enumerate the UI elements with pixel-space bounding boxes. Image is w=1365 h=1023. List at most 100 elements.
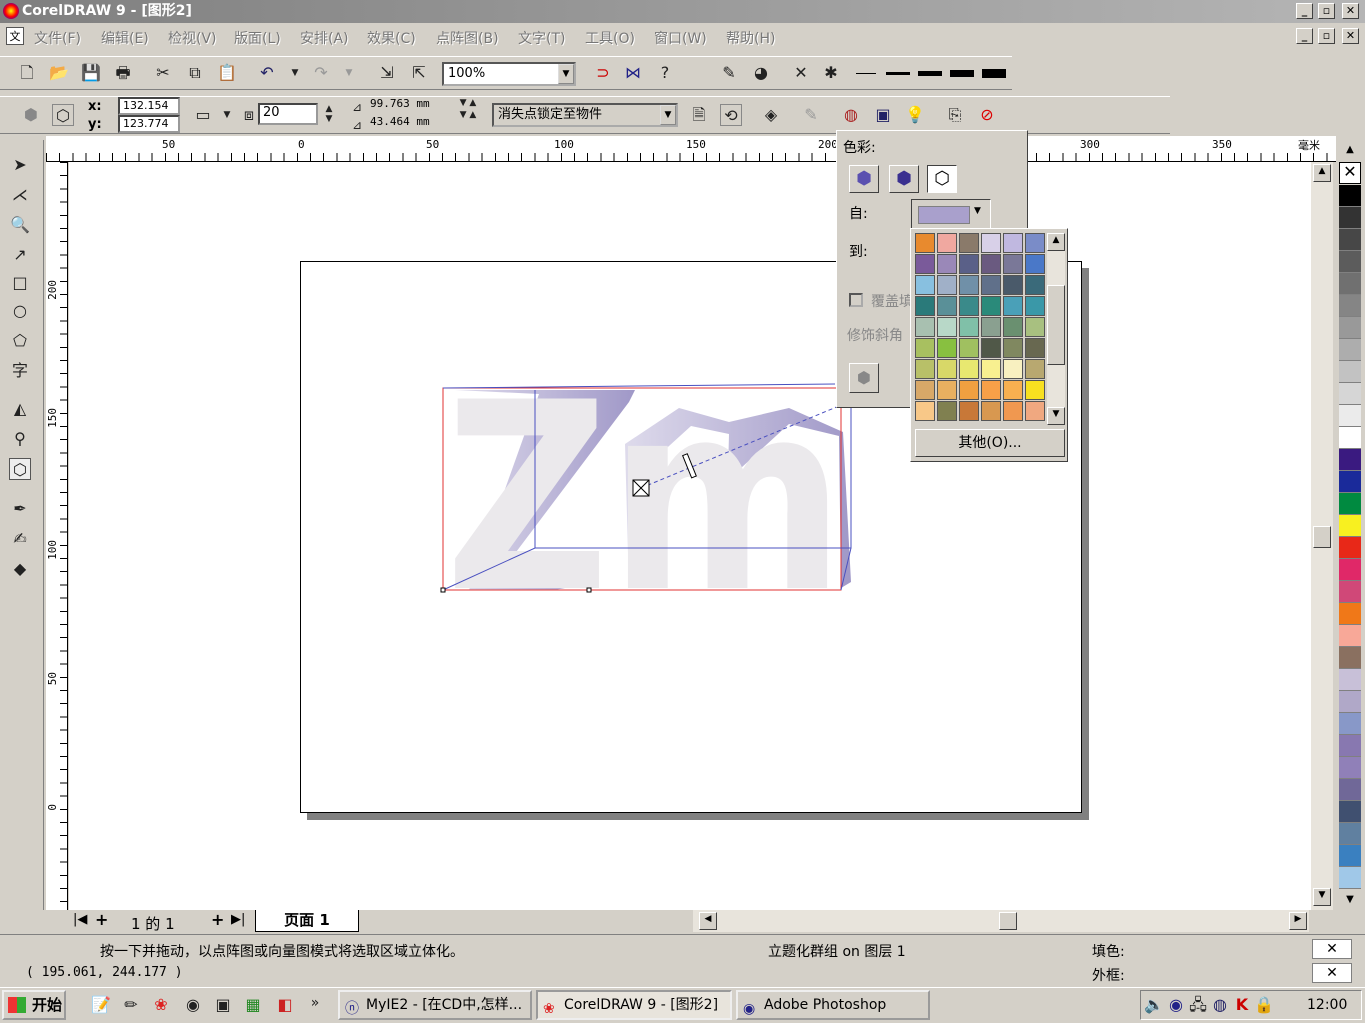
page-relative-icon[interactable]: 🗎 [688,104,710,126]
bevel-icon[interactable]: ▣ [872,104,894,126]
scroll-up-arrow[interactable]: ▲ [1047,233,1065,251]
palette-swatch[interactable] [1339,845,1361,867]
solid-fill-button[interactable]: ⬢ [889,165,919,193]
menu-arrange[interactable]: 安排(A) [300,28,349,48]
palette-swatch[interactable] [1339,339,1361,361]
vanishing-lock-combo[interactable]: 消失点锁定至物件 ▼ [492,103,678,127]
color-swatch[interactable] [959,359,979,379]
vp-y-field[interactable]: 43.464 mm [370,115,450,133]
color-swatch[interactable] [1025,296,1045,316]
color-swatch[interactable] [1003,338,1023,358]
color-swatch[interactable] [915,317,935,337]
magnet-icon[interactable]: ⊃ [592,62,614,84]
color-swatch[interactable] [915,359,935,379]
snap-icon[interactable]: ⋈ [622,62,644,84]
color-swatch[interactable] [1003,380,1023,400]
color-swatch[interactable] [1025,233,1045,253]
extrude-copy-icon[interactable]: ⬡ [52,104,74,126]
color-swatch[interactable] [981,338,1001,358]
last-page-icon[interactable]: ▶| [231,912,245,927]
menu-bitmap[interactable]: 点阵图(B) [436,28,499,48]
color-swatch[interactable] [915,296,935,316]
color-swatch[interactable] [1003,254,1023,274]
no-outline-icon[interactable]: ✕ [790,62,812,84]
color-grid[interactable] [915,233,1047,425]
quick-launch-app-icon[interactable]: ◧ [274,994,296,1016]
color-swatch[interactable] [959,275,979,295]
palette-scroll-down[interactable]: ▼ [1338,890,1362,910]
extruded-artwork[interactable]: Zm [69,162,1311,910]
color-swatch[interactable] [981,359,1001,379]
scroll-thumb[interactable] [1313,526,1331,548]
add-page-after-icon[interactable]: + [211,910,224,929]
palette-swatch[interactable] [1339,427,1361,449]
scroll-thumb[interactable] [999,912,1017,930]
color-swatch[interactable] [937,233,957,253]
restore-button[interactable]: ▫ [1318,3,1335,19]
rectangle-tool-icon[interactable]: □ [9,272,31,294]
color-swatch[interactable] [959,338,979,358]
color-swatch[interactable] [915,233,935,253]
palette-swatch[interactable] [1339,713,1361,735]
new-icon[interactable]: 🗋 [16,62,38,84]
palette-swatches[interactable] [1339,185,1361,889]
palette-swatch[interactable] [1339,207,1361,229]
x-field[interactable]: 132.154 [118,97,180,115]
add-page-before-icon[interactable]: + [95,910,108,929]
taskbar-item-photoshop[interactable]: Adobe Photoshop ◉ [736,990,930,1020]
quick-launch-pen-icon[interactable]: ✏ [120,994,142,1016]
drawing-canvas[interactable]: Zm [69,162,1311,910]
color-swatch[interactable] [1025,380,1045,400]
scroll-down-arrow[interactable]: ▼ [1047,407,1065,425]
color-swatch[interactable] [981,296,1001,316]
color-swatch[interactable] [1003,359,1023,379]
menu-layout[interactable]: 版面(L) [234,28,281,48]
blend-tool-icon[interactable]: ⚲ [9,428,31,450]
color-swatch[interactable] [1025,275,1045,295]
depth-field[interactable]: 20 [258,103,318,125]
menu-effects[interactable]: 效果(C) [367,28,416,48]
shape-tool-icon[interactable]: ⋌ [9,184,31,206]
outline-width-4[interactable] [950,70,974,77]
outline-tool-icon[interactable]: ✍ [9,528,31,550]
outline-width-2[interactable] [886,72,910,75]
color-swatch[interactable] [937,296,957,316]
color-swatch[interactable] [981,401,1001,421]
color-swatch[interactable] [937,359,957,379]
color-swatch[interactable] [937,254,957,274]
color-swatch[interactable] [915,338,935,358]
more-icon[interactable]: » [304,992,326,1014]
copy-props-icon[interactable]: ⎘ [944,104,966,126]
color-swatch[interactable] [915,401,935,421]
doc-minimize-button[interactable]: _ [1296,28,1313,44]
palette-swatch[interactable] [1339,691,1361,713]
hairline-icon[interactable]: ✱ [820,62,842,84]
extrude-tool-icon[interactable]: ⬡ [9,458,31,480]
redo-icon[interactable]: ↷ [310,62,332,84]
palette-swatch[interactable] [1339,361,1361,383]
lighting-icon[interactable]: ◈ [760,104,782,126]
tray-globe-icon[interactable]: ◍ [1209,994,1231,1016]
close-button[interactable]: ✕ [1342,3,1359,19]
palette-swatch[interactable] [1339,801,1361,823]
pick-tool-icon[interactable]: ➤ [9,154,31,176]
palette-scroll-up[interactable]: ▲ [1338,140,1362,160]
import-icon[interactable]: ⇲ [376,62,398,84]
extrude-color-icon[interactable]: ◍ [840,104,862,126]
color-swatch[interactable] [915,275,935,295]
color-swatch[interactable] [959,401,979,421]
palette-swatch[interactable] [1339,493,1361,515]
palette-swatch[interactable] [1339,779,1361,801]
interactive-fill-icon[interactable]: ◭ [9,398,31,420]
quick-launch-image-icon[interactable]: ▦ [242,994,264,1016]
no-color-swatch[interactable]: ✕ [1339,162,1361,184]
outline-width-1[interactable] [856,73,876,74]
palette-swatch[interactable] [1339,823,1361,845]
page-tab[interactable]: 页面 1 [255,910,359,932]
copy-icon[interactable]: ⧉ [184,62,206,84]
color-swatch[interactable] [1025,254,1045,274]
extrude-type-icon[interactable]: ▭ [192,104,214,126]
color-swatch[interactable] [937,338,957,358]
palette-swatch[interactable] [1339,185,1361,207]
color-swatch[interactable] [1003,296,1023,316]
